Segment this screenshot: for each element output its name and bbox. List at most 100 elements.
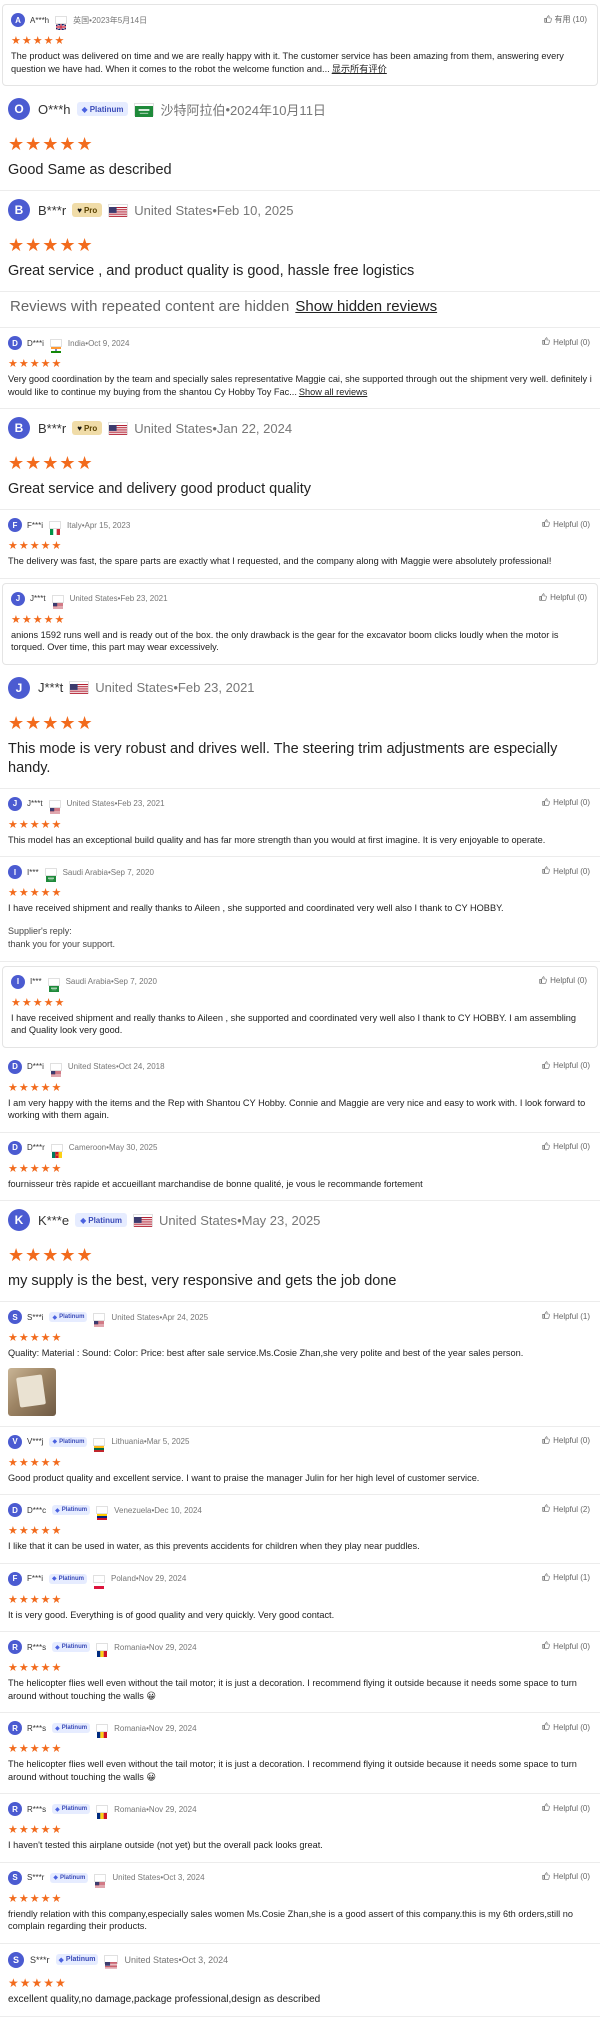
review-header: VV***j◆PlatinumLithuania • Mar 5, 2025	[8, 1435, 592, 1449]
badge-label: Platinum	[66, 1956, 96, 1963]
thumbs-up-icon	[542, 1061, 550, 1071]
avatar: B	[8, 199, 30, 221]
diamond-icon: ◆	[52, 1438, 57, 1445]
reviewer-country: Romania	[114, 1643, 146, 1652]
avatar: A	[11, 13, 25, 27]
star-rating: ★★★★★	[8, 1976, 592, 1990]
review-photo[interactable]	[8, 1368, 56, 1416]
reviewer-country: United States	[68, 1062, 116, 1071]
helpful-button[interactable]: Helpful (1)	[542, 1573, 590, 1583]
reviewer-country: Lithuania	[111, 1437, 143, 1446]
review-body: anions 1592 runs well and is ready out o…	[11, 630, 558, 653]
review-date: Nov 29, 2024	[149, 1643, 197, 1652]
review-body: Good product quality and excellent servi…	[8, 1473, 479, 1483]
reviewer-name: F***i	[27, 1574, 43, 1583]
avatar: J	[8, 677, 30, 699]
flag-lt-icon	[93, 1438, 105, 1446]
review-date: Apr 15, 2023	[85, 521, 131, 530]
star-rating: ★★★★★	[8, 1661, 592, 1674]
helpful-button[interactable]: Helpful (0)	[542, 1803, 590, 1813]
helpful-label: Helpful (0)	[553, 1436, 590, 1445]
badge-label: Platinum	[88, 1216, 122, 1225]
helpful-button[interactable]: Helpful (0)	[542, 1872, 590, 1882]
star-rating: ★★★★★	[8, 1823, 592, 1836]
thumbs-up-icon	[542, 1872, 550, 1882]
flag-us-icon	[50, 1063, 62, 1071]
badge-label: Platinum	[59, 1439, 84, 1445]
hidden-reviews-notice: Reviews with repeated content are hidden…	[0, 292, 600, 328]
show-hidden-reviews-link[interactable]: Show hidden reviews	[295, 298, 437, 315]
reviewer-country: United States	[134, 421, 212, 436]
helpful-button[interactable]: Helpful (0)	[542, 1436, 590, 1446]
review-card: OO***h◆Platinum沙特阿拉伯 • 2024年10月11日★★★★★G…	[0, 90, 600, 191]
supplier-reply: Supplier's reply:thank you for your supp…	[8, 925, 592, 951]
badge-label: Platinum	[59, 1576, 84, 1582]
helpful-button[interactable]: Helpful (0)	[542, 798, 590, 808]
review-card: DD***c◆PlatinumVenezuela • Dec 10, 2024H…	[0, 1495, 600, 1564]
reviewer-name: S***i	[27, 1313, 43, 1322]
reviewer-name: R***s	[27, 1805, 46, 1814]
review-header: BB***r♥ProUnited States • Feb 10, 2025	[8, 199, 592, 221]
reviewer-country: United States	[134, 203, 212, 218]
diamond-icon: ◆	[55, 1806, 60, 1813]
helpful-button[interactable]: Helpful (0)	[542, 866, 590, 876]
thumbs-up-icon	[539, 593, 547, 603]
review-card: SS***r◆PlatinumUnited States • Oct 3, 20…	[0, 1863, 600, 1944]
reviewer-name: K***e	[38, 1213, 69, 1228]
helpful-button[interactable]: Helpful (0)	[542, 1641, 590, 1651]
platinum-badge: ◆Platinum	[52, 1642, 90, 1652]
flag-cm-icon	[51, 1144, 63, 1152]
review-header: SS***r◆PlatinumUnited States • Oct 3, 20…	[8, 1952, 592, 1968]
platinum-badge: ◆Platinum	[75, 1213, 127, 1227]
flag-pl-icon	[93, 1575, 105, 1583]
review-card: JJ***tUnited States • Feb 23, 2021★★★★★T…	[0, 669, 600, 789]
review-date: Sep 7, 2020	[111, 868, 154, 877]
helpful-button[interactable]: Helpful (0)	[542, 1142, 590, 1152]
review-text: Great service and delivery good product …	[8, 480, 592, 499]
reviewer-name: R***s	[27, 1643, 46, 1652]
review-card: DD***iUnited States • Oct 24, 2018Helpfu…	[0, 1052, 600, 1133]
review-body: I have received shipment and really than…	[8, 903, 504, 913]
badge-label: Platinum	[90, 105, 124, 114]
platinum-badge: ◆Platinum	[49, 1437, 87, 1447]
helpful-button[interactable]: Helpful (0)	[539, 976, 587, 986]
helpful-button[interactable]: Helpful (0)	[539, 593, 587, 603]
review-header: DD***iIndia • Oct 9, 2024	[8, 336, 592, 350]
helpful-button[interactable]: Helpful (0)	[542, 1061, 590, 1071]
show-more-link[interactable]: 显示所有评价	[332, 64, 387, 74]
reviewer-name: D***i	[27, 1062, 44, 1071]
show-more-link[interactable]: Show all reviews	[299, 387, 367, 397]
supplier-reply-label: Supplier's reply:	[8, 925, 592, 938]
review-card: VV***j◆PlatinumLithuania • Mar 5, 2025He…	[0, 1427, 600, 1496]
review-date: 2023年5月14日	[92, 15, 147, 26]
thumbs-up-icon	[542, 1504, 550, 1514]
platinum-badge: ◆Platinum	[52, 1723, 90, 1733]
helpful-label: Helpful (0)	[553, 1723, 590, 1732]
flag-us-icon	[49, 800, 61, 808]
review-card: SS***i◆PlatinumUnited States • Apr 24, 2…	[0, 1302, 600, 1427]
review-card: RR***s◆PlatinumRomania • Nov 29, 2024Hel…	[0, 1713, 600, 1794]
reviewer-country: United States	[112, 1873, 160, 1882]
review-body: Quality: Material : Sound: Color: Price:…	[8, 1348, 523, 1358]
badge-label: Platinum	[62, 1806, 87, 1812]
review-text: This mode is very robust and drives well…	[8, 740, 592, 778]
thumbs-up-icon	[542, 866, 550, 876]
review-body: I haven't tested this airplane outside (…	[8, 1840, 323, 1850]
reviewer-country: Italy	[67, 521, 82, 530]
star-rating: ★★★★★	[8, 1245, 592, 1266]
helpful-button[interactable]: Helpful (2)	[542, 1504, 590, 1514]
badge-label: Pro	[84, 206, 97, 215]
reviewer-country: India	[68, 339, 85, 348]
helpful-button[interactable]: Helpful (1)	[542, 1311, 590, 1321]
review-date: May 30, 2025	[109, 1143, 157, 1152]
star-rating: ★★★★★	[8, 134, 592, 155]
helpful-button[interactable]: Helpful (0)	[542, 337, 590, 347]
review-text: I have received shipment and really than…	[8, 902, 592, 915]
flag-us-icon	[108, 422, 128, 435]
helpful-button[interactable]: Helpful (0)	[542, 1722, 590, 1732]
avatar: S	[8, 1310, 22, 1324]
helpful-button[interactable]: 有用 (10)	[544, 14, 587, 25]
review-header: AA***h英国 • 2023年5月14日	[11, 13, 589, 27]
helpful-button[interactable]: Helpful (0)	[542, 519, 590, 529]
reviewer-country: United States	[111, 1313, 159, 1322]
